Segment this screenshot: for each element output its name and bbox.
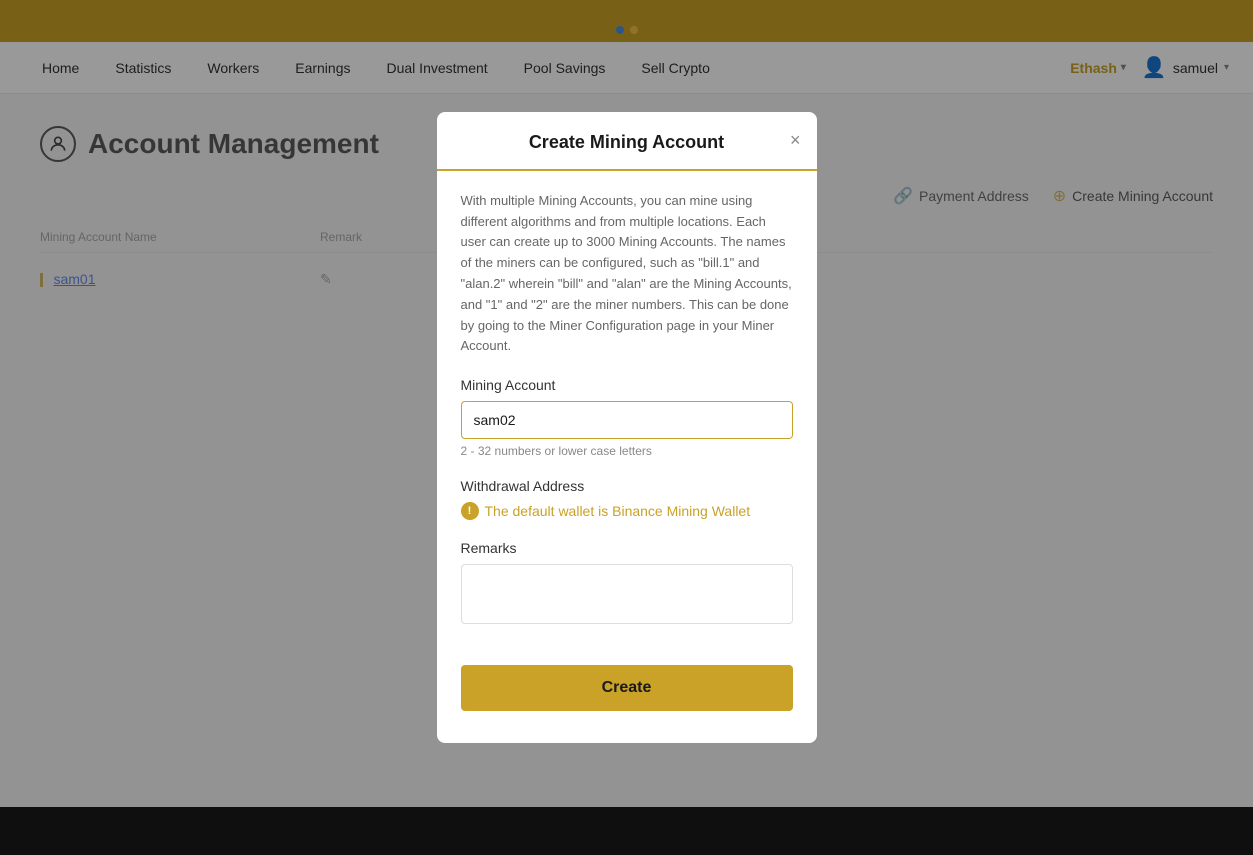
create-mining-account-modal: Create Mining Account × With multiple Mi… bbox=[437, 112, 817, 743]
withdrawal-address-label: Withdrawal Address bbox=[461, 478, 793, 494]
remarks-input[interactable] bbox=[461, 564, 793, 624]
remarks-group: Remarks bbox=[461, 540, 793, 629]
warning-icon: ! bbox=[461, 502, 479, 520]
modal-description: With multiple Mining Accounts, you can m… bbox=[461, 191, 793, 357]
withdrawal-warning-text: The default wallet is Binance Mining Wal… bbox=[485, 503, 751, 519]
modal-title: Create Mining Account bbox=[529, 132, 724, 152]
withdrawal-warning: ! The default wallet is Binance Mining W… bbox=[461, 502, 793, 520]
create-button[interactable]: Create bbox=[461, 665, 793, 711]
modal-body: With multiple Mining Accounts, you can m… bbox=[437, 171, 817, 629]
mining-account-hint: 2 - 32 numbers or lower case letters bbox=[461, 444, 793, 458]
remarks-label: Remarks bbox=[461, 540, 793, 556]
mining-account-input[interactable] bbox=[461, 401, 793, 439]
modal-close-button[interactable]: × bbox=[790, 131, 801, 149]
withdrawal-address-group: Withdrawal Address ! The default wallet … bbox=[461, 478, 793, 520]
modal-header: Create Mining Account × bbox=[437, 112, 817, 171]
mining-account-label: Mining Account bbox=[461, 377, 793, 393]
mining-account-group: Mining Account 2 - 32 numbers or lower c… bbox=[461, 377, 793, 458]
modal-overlay[interactable]: Create Mining Account × With multiple Mi… bbox=[0, 0, 1253, 855]
